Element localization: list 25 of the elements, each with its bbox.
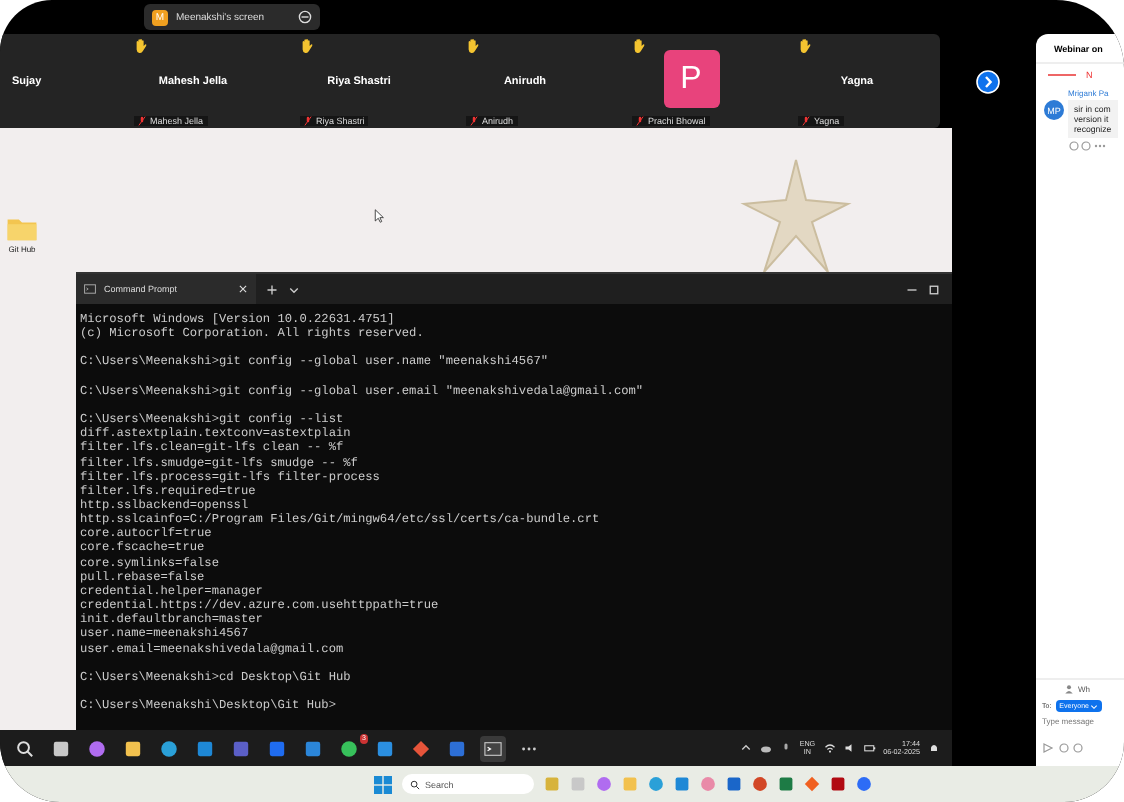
caret-icon[interactable] [739,742,752,754]
search-icon [409,779,419,789]
participant-avatar: P [663,50,719,108]
mouse-cursor-icon [374,208,384,224]
plus-icon[interactable] [266,283,278,295]
caret-icon[interactable] [288,283,300,295]
maximize-icon[interactable] [928,283,940,295]
diamond-icon[interactable] [412,739,430,757]
options-icon[interactable] [298,10,312,24]
windows-logo-icon[interactable] [373,775,391,793]
wifi-icon[interactable] [823,742,836,754]
cloud-icon[interactable] [759,742,772,754]
battery-icon[interactable] [863,742,876,754]
terminal-icon [84,284,96,294]
search-icon[interactable] [16,739,34,757]
minimize-icon[interactable] [906,283,918,295]
next-page-icon[interactable] [976,69,1000,93]
close-icon[interactable] [238,284,248,294]
caret-icon [1090,703,1099,709]
terminal-icon[interactable] [484,739,502,757]
person-icon [1064,684,1074,694]
bell-icon[interactable] [928,742,940,754]
microphone-icon[interactable] [779,742,792,754]
message-actions-icon[interactable] [1068,140,1108,152]
speaker-icon[interactable] [843,742,856,754]
